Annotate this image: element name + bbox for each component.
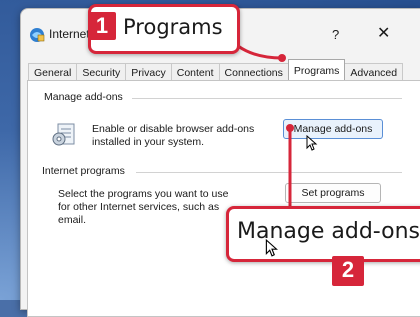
step2-callout: Manage add-ons xyxy=(226,206,420,262)
step1-badge: 1 xyxy=(88,12,116,40)
mouse-cursor-icon xyxy=(265,239,278,257)
step2-badge: 2 xyxy=(332,256,364,286)
step1-callout-text: Programs xyxy=(123,15,223,39)
